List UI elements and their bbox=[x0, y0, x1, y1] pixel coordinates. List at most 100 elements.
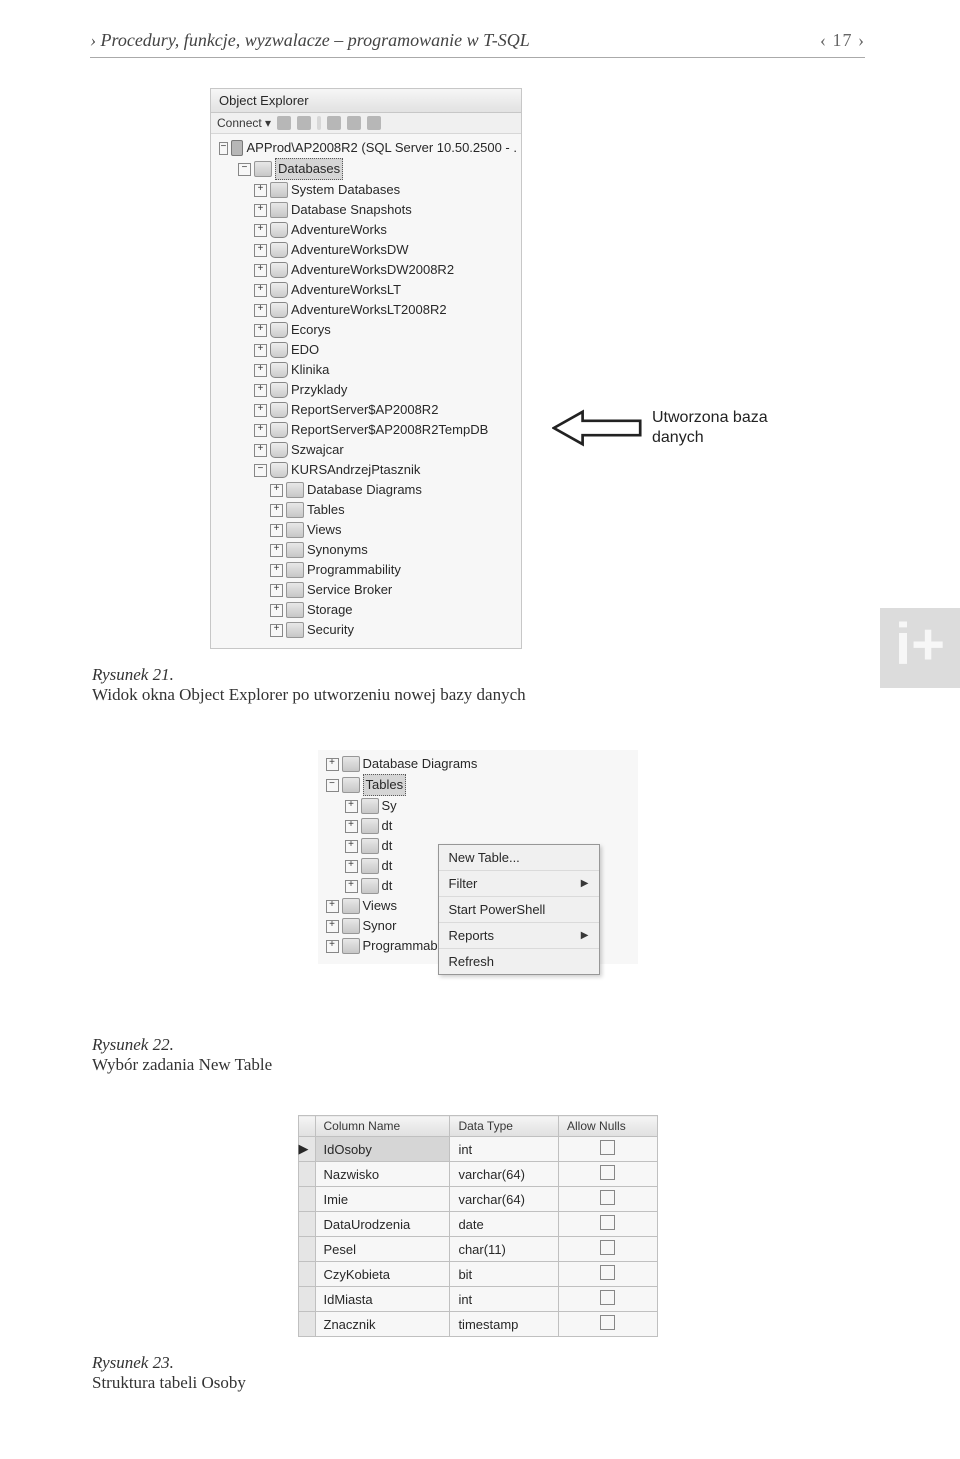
tree-db-node[interactable]: + Szwajcar bbox=[215, 440, 521, 460]
tree-server-node[interactable]: − APProd\AP2008R2 (SQL Server 10.50.2500… bbox=[215, 138, 521, 158]
tree-databases-node[interactable]: − Databases bbox=[215, 158, 521, 180]
cell-data-type[interactable]: date bbox=[450, 1212, 559, 1237]
tree-item[interactable]: + dt bbox=[322, 816, 638, 836]
page-header: › Procedury, funkcje, wyzwalacze – progr… bbox=[90, 30, 865, 51]
cell-allow-nulls[interactable] bbox=[559, 1237, 657, 1262]
tree-item[interactable]: + Database Snapshots bbox=[215, 200, 521, 220]
toolbar-icon-3[interactable] bbox=[347, 116, 361, 130]
row-selector[interactable] bbox=[298, 1162, 315, 1187]
cell-column-name[interactable]: IdMiasta bbox=[315, 1287, 450, 1312]
tree-db-node[interactable]: + AdventureWorksDW bbox=[215, 240, 521, 260]
cell-data-type[interactable]: char(11) bbox=[450, 1237, 559, 1262]
tree-item[interactable]: + System Databases bbox=[215, 180, 521, 200]
cell-column-name[interactable]: Pesel bbox=[315, 1237, 450, 1262]
cell-allow-nulls[interactable] bbox=[559, 1187, 657, 1212]
row-selector[interactable] bbox=[298, 1262, 315, 1287]
tree-db-node[interactable]: + AdventureWorksLT bbox=[215, 280, 521, 300]
cell-column-name[interactable]: Nazwisko bbox=[315, 1162, 450, 1187]
checkbox-icon[interactable] bbox=[600, 1290, 615, 1305]
menu-item[interactable]: Reports▶ bbox=[439, 923, 599, 949]
table-row[interactable]: IdMiasta int bbox=[298, 1287, 657, 1312]
checkbox-icon[interactable] bbox=[600, 1140, 615, 1155]
menu-item[interactable]: New Table... bbox=[439, 845, 599, 871]
checkbox-icon[interactable] bbox=[600, 1240, 615, 1255]
tree-db-node[interactable]: + AdventureWorksLT2008R2 bbox=[215, 300, 521, 320]
connect-button[interactable]: Connect ▾ bbox=[217, 116, 271, 130]
toolbar-icon-4[interactable] bbox=[367, 116, 381, 130]
table-row[interactable]: ▶ IdOsoby int bbox=[298, 1137, 657, 1162]
row-selector[interactable] bbox=[298, 1187, 315, 1212]
table-row[interactable]: Imie varchar(64) bbox=[298, 1187, 657, 1212]
row-selector[interactable] bbox=[298, 1237, 315, 1262]
tree-db-child[interactable]: + Programmability bbox=[215, 560, 521, 580]
tree-db-child[interactable]: + Synonyms bbox=[215, 540, 521, 560]
tree-db-child[interactable]: + Security bbox=[215, 620, 521, 640]
tree-db-child[interactable]: + Tables bbox=[215, 500, 521, 520]
col-header-type[interactable]: Data Type bbox=[450, 1116, 559, 1137]
checkbox-icon[interactable] bbox=[600, 1315, 615, 1330]
col-header-name[interactable]: Column Name bbox=[315, 1116, 450, 1137]
tree-db-node[interactable]: + Klinika bbox=[215, 360, 521, 380]
tree-db-node[interactable]: + AdventureWorksDW2008R2 bbox=[215, 260, 521, 280]
cell-allow-nulls[interactable] bbox=[559, 1162, 657, 1187]
checkbox-icon[interactable] bbox=[600, 1190, 615, 1205]
cell-allow-nulls[interactable] bbox=[559, 1312, 657, 1337]
tree-tables-node[interactable]: − Tables bbox=[322, 774, 638, 796]
cell-data-type[interactable]: varchar(64) bbox=[450, 1162, 559, 1187]
tree-db-node[interactable]: + Przyklady bbox=[215, 380, 521, 400]
filter-icon[interactable] bbox=[327, 116, 341, 130]
callout-created-db: Utworzona baza danych bbox=[552, 408, 792, 448]
table-row[interactable]: Nazwisko varchar(64) bbox=[298, 1162, 657, 1187]
cell-data-type[interactable]: int bbox=[450, 1137, 559, 1162]
checkbox-icon[interactable] bbox=[600, 1165, 615, 1180]
table-designer-grid[interactable]: Column Name Data Type Allow Nulls ▶ IdOs… bbox=[298, 1115, 658, 1337]
cell-allow-nulls[interactable] bbox=[559, 1137, 657, 1162]
col-header-nulls[interactable]: Allow Nulls bbox=[559, 1116, 657, 1137]
table-row[interactable]: Pesel char(11) bbox=[298, 1237, 657, 1262]
cell-column-name[interactable]: IdOsoby bbox=[315, 1137, 450, 1162]
tree-db-child[interactable]: + Views bbox=[215, 520, 521, 540]
table-row[interactable]: Znacznik timestamp bbox=[298, 1312, 657, 1337]
tree-db-node[interactable]: + EDO bbox=[215, 340, 521, 360]
cell-data-type[interactable]: varchar(64) bbox=[450, 1187, 559, 1212]
tree-db-node[interactable]: − KURSAndrzejPtasznik bbox=[215, 460, 521, 480]
menu-item[interactable]: Refresh bbox=[439, 949, 599, 974]
row-selector[interactable] bbox=[298, 1212, 315, 1237]
cell-column-name[interactable]: Znacznik bbox=[315, 1312, 450, 1337]
checkbox-icon[interactable] bbox=[600, 1215, 615, 1230]
toolbar-icon-1[interactable] bbox=[277, 116, 291, 130]
row-selector[interactable] bbox=[298, 1287, 315, 1312]
tree-db-node[interactable]: + AdventureWorks bbox=[215, 220, 521, 240]
tree-db-node[interactable]: + ReportServer$AP2008R2 bbox=[215, 400, 521, 420]
cell-column-name[interactable]: DataUrodzenia bbox=[315, 1212, 450, 1237]
cell-allow-nulls[interactable] bbox=[559, 1262, 657, 1287]
tree-db-child[interactable]: + Storage bbox=[215, 600, 521, 620]
tree-db-node[interactable]: + ReportServer$AP2008R2TempDB bbox=[215, 420, 521, 440]
tree-db-child[interactable]: + Database Diagrams bbox=[215, 480, 521, 500]
checkbox-icon[interactable] bbox=[600, 1265, 615, 1280]
folder-icon bbox=[342, 777, 360, 793]
cell-data-type[interactable]: bit bbox=[450, 1262, 559, 1287]
cell-column-name[interactable]: CzyKobieta bbox=[315, 1262, 450, 1287]
menu-item[interactable]: Filter▶ bbox=[439, 871, 599, 897]
row-selector[interactable] bbox=[298, 1312, 315, 1337]
cell-data-type[interactable]: timestamp bbox=[450, 1312, 559, 1337]
row-selector[interactable]: ▶ bbox=[298, 1137, 315, 1162]
database-icon bbox=[270, 442, 288, 458]
toolbar-icon-2[interactable] bbox=[297, 116, 311, 130]
page-title: Procedury, funkcje, wyzwalacze – program… bbox=[101, 30, 530, 50]
figure-21-caption: Rysunek 21. Widok okna Object Explorer p… bbox=[92, 665, 865, 705]
cell-allow-nulls[interactable] bbox=[559, 1212, 657, 1237]
table-row[interactable]: DataUrodzenia date bbox=[298, 1212, 657, 1237]
cell-column-name[interactable]: Imie bbox=[315, 1187, 450, 1212]
tree-db-child[interactable]: + Service Broker bbox=[215, 580, 521, 600]
tree-item[interactable]: + Sy bbox=[322, 796, 638, 816]
cell-data-type[interactable]: int bbox=[450, 1287, 559, 1312]
table-row[interactable]: CzyKobieta bit bbox=[298, 1262, 657, 1287]
tree-db-node[interactable]: + Ecorys bbox=[215, 320, 521, 340]
tree-item[interactable]: + Database Diagrams bbox=[322, 754, 638, 774]
cell-allow-nulls[interactable] bbox=[559, 1287, 657, 1312]
menu-item[interactable]: Start PowerShell bbox=[439, 897, 599, 923]
submenu-arrow-icon: ▶ bbox=[581, 930, 589, 941]
context-menu: New Table...Filter▶Start PowerShellRepor… bbox=[438, 844, 600, 975]
